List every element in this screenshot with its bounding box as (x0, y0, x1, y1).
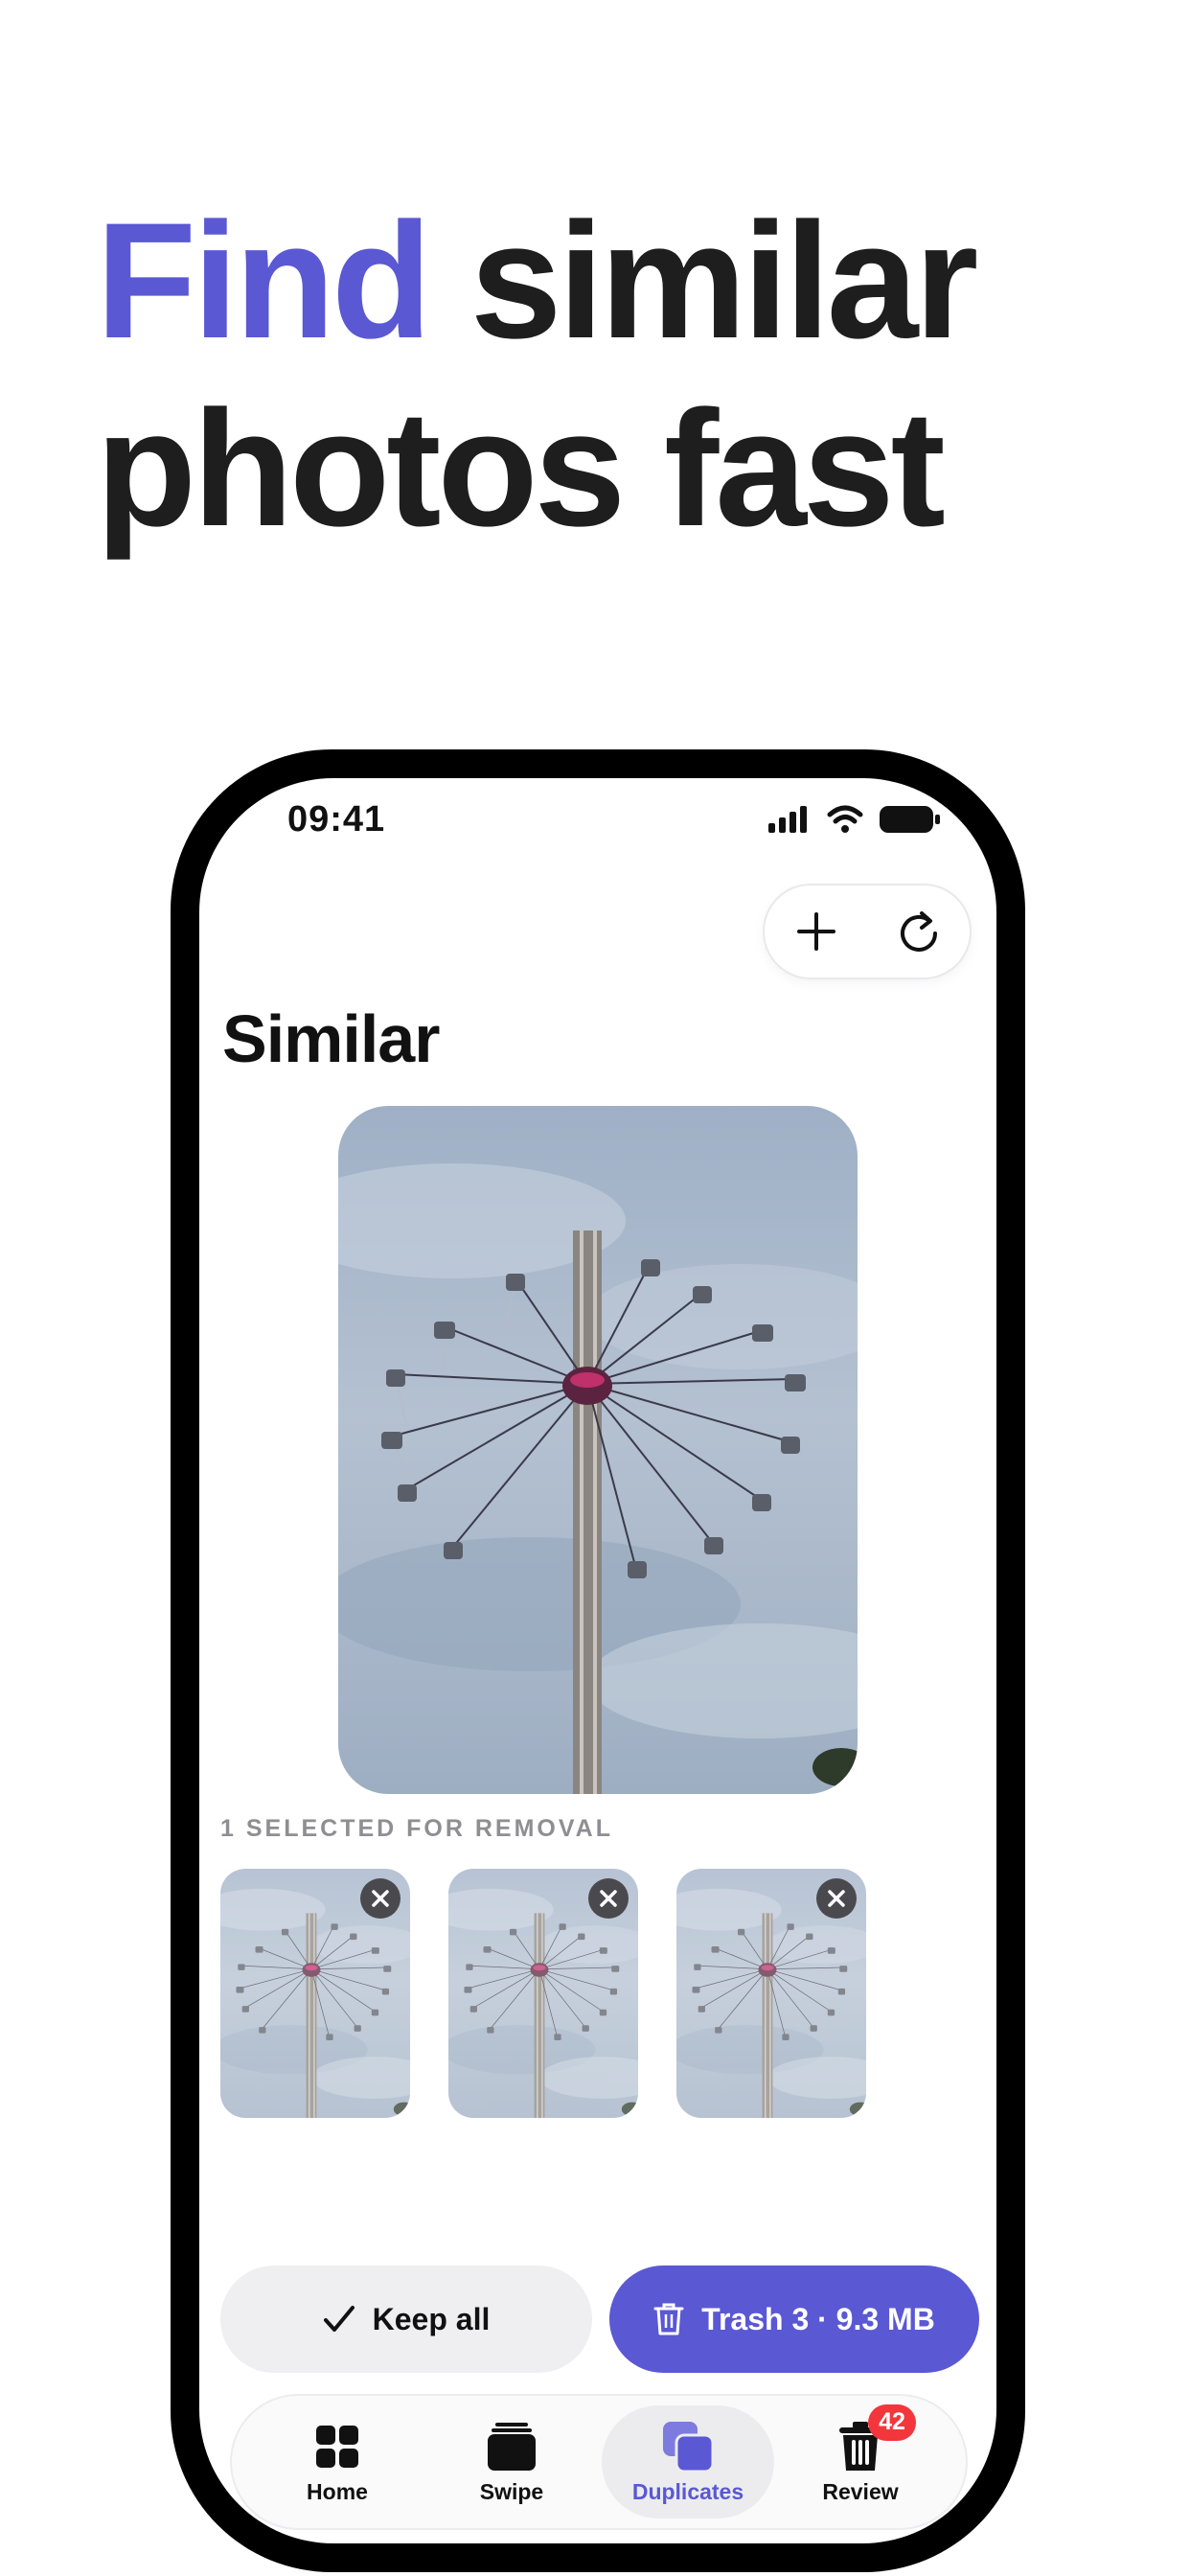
remove-thumbnail-button[interactable] (588, 1878, 629, 1919)
status-icons (768, 805, 941, 839)
keep-all-label: Keep all (372, 2301, 491, 2336)
tab-label: Duplicates (631, 2478, 744, 2504)
signal-icon (768, 806, 811, 838)
main-photo[interactable] (338, 1106, 858, 1794)
headline-line2: photos fast (96, 377, 946, 561)
tab-swipe[interactable]: Swipe (425, 2405, 598, 2518)
checkmark-icon (323, 2306, 355, 2332)
thumbnail-strip (220, 1869, 814, 2118)
add-button[interactable] (783, 898, 850, 965)
headline-accent: Find (96, 189, 432, 373)
toolbar-pill (765, 886, 970, 978)
tab-label: Swipe (479, 2478, 544, 2504)
battery-icon (880, 805, 941, 839)
tab-bar: Home Swipe Duplicates 42 Review (232, 2396, 966, 2528)
thumbnail-item[interactable] (676, 1869, 866, 2118)
phone-screen: 09:41 Similar 1 SELECTED FOR REMOVAL Kee… (199, 778, 996, 2543)
trash-label: Trash 3 · 9.3 MB (701, 2301, 935, 2336)
close-icon (600, 1890, 617, 1907)
refresh-icon (900, 911, 937, 952)
keep-all-button[interactable]: Keep all (220, 2266, 592, 2373)
tab-label: Review (822, 2478, 899, 2504)
remove-thumbnail-button[interactable] (360, 1878, 400, 1919)
trash-icon (653, 2303, 684, 2335)
selection-label: 1 SELECTED FOR REMOVAL (220, 1815, 614, 1842)
close-icon (828, 1890, 845, 1907)
tab-label: Home (307, 2478, 368, 2504)
refresh-button[interactable] (885, 898, 952, 965)
close-icon (372, 1890, 389, 1907)
grid-icon (316, 2425, 358, 2468)
remove-thumbnail-button[interactable] (816, 1878, 857, 1919)
thumbnail-item[interactable] (220, 1869, 410, 2118)
page-title: Similar (222, 1001, 440, 1076)
tab-home[interactable]: Home (251, 2405, 423, 2518)
plus-icon (796, 912, 835, 951)
trash-button[interactable]: Trash 3 · 9.3 MB (609, 2266, 979, 2373)
tab-review[interactable]: 42 Review (774, 2404, 947, 2518)
duplicates-icon (663, 2421, 715, 2472)
headline: Find similar photos fast (96, 187, 979, 563)
review-count-badge: 42 (868, 2404, 916, 2441)
tab-duplicates[interactable]: Duplicates (602, 2405, 774, 2518)
status-time: 09:41 (287, 799, 386, 840)
cards-icon (488, 2422, 536, 2471)
headline-line1: similar (469, 189, 979, 373)
thumbnail-item[interactable] (448, 1869, 638, 2118)
wifi-icon (826, 805, 864, 839)
